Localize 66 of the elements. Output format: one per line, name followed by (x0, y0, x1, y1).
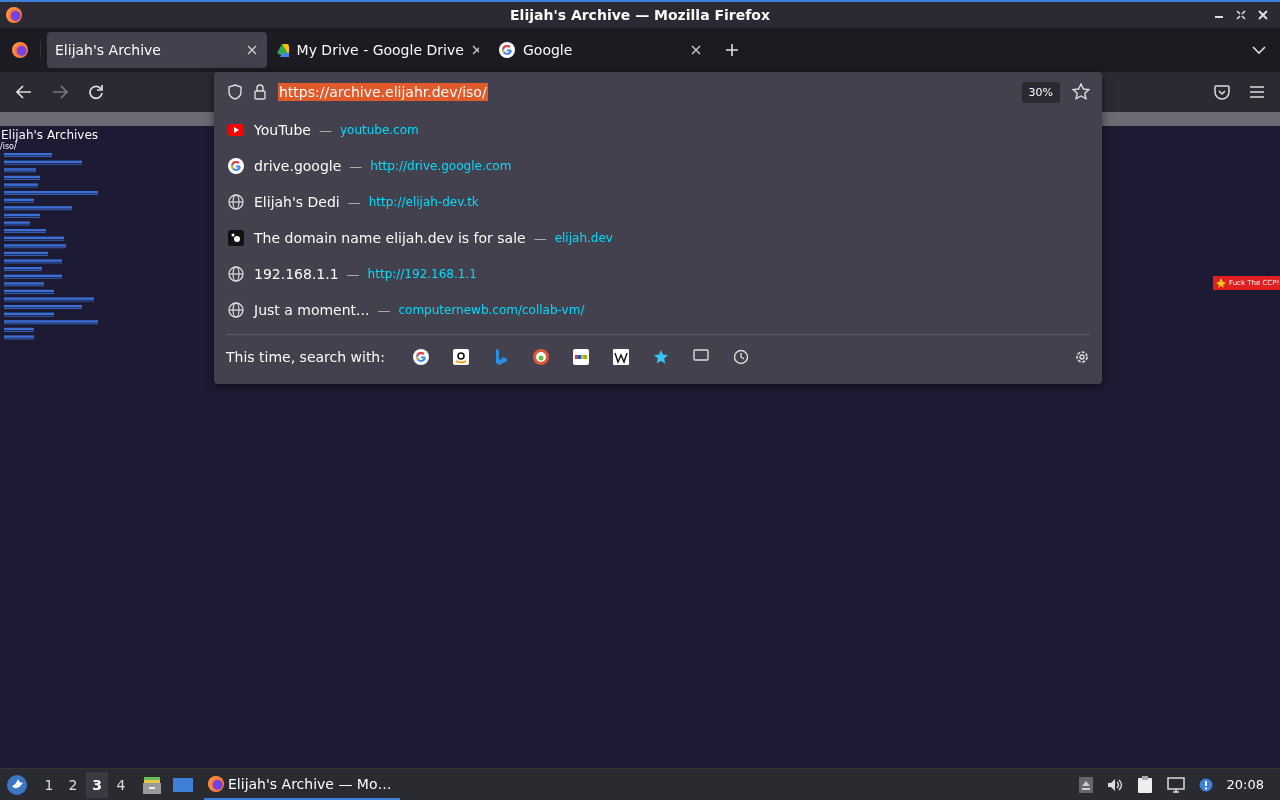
g-logo-icon (499, 42, 515, 58)
browser-tab[interactable]: Elijah's Archive (47, 32, 267, 68)
desktop-icon[interactable] (172, 775, 194, 794)
close-icon[interactable] (1258, 10, 1268, 20)
wikipedia-icon[interactable] (612, 349, 629, 365)
eject-icon[interactable] (1078, 776, 1093, 793)
path-label: /iso/ (0, 142, 17, 151)
firefox-icon (6, 7, 22, 23)
workspace-button[interactable]: 1 (38, 771, 60, 798)
ebay-icon[interactable] (572, 349, 589, 365)
back-icon[interactable] (16, 85, 32, 99)
g-logo-icon (412, 349, 429, 365)
suggestion-row[interactable]: Just a moment... — computernewb.com/collab-vm/ (226, 292, 1090, 328)
tabs-icon[interactable] (692, 349, 709, 361)
amazon-icon[interactable] (452, 349, 469, 365)
window-title: Elijah's Archive — Mozilla Firefox (510, 7, 770, 23)
close-tab-icon[interactable] (691, 45, 701, 55)
workspace-button[interactable]: 2 (62, 771, 84, 798)
clipboard-icon[interactable] (1136, 775, 1153, 794)
forward-icon[interactable] (52, 85, 68, 99)
firefox-view-icon[interactable] (12, 42, 28, 58)
url-field[interactable]: https://archive.elijahr.dev/iso/ (278, 77, 1010, 107)
lock-icon[interactable] (254, 84, 266, 100)
notification-icon[interactable] (1198, 777, 1213, 792)
start-menu-icon[interactable] (6, 773, 28, 796)
url-text: https://archive.elijahr.dev/iso/ (278, 83, 488, 101)
drive-icon (277, 43, 289, 57)
suggestion-row[interactable]: YouTube — youtube.com (226, 112, 1090, 148)
shield-icon[interactable] (228, 84, 242, 100)
flag-icon (1215, 277, 1227, 289)
browser-tab[interactable]: My Drive - Google Drive (269, 32, 489, 68)
workspace-button[interactable]: 3 (86, 771, 108, 798)
suggestion-row[interactable]: drive.google — http://drive.google.com (226, 148, 1090, 184)
chevron-down-icon[interactable] (1252, 45, 1266, 55)
suggestion-row[interactable]: The domain name elijah.dev is for sale — elijah.dev (226, 220, 1090, 256)
play-icon (228, 124, 244, 136)
suggestion-row[interactable]: Elijah's Dedi — http://elijah-dev.tk (226, 184, 1090, 220)
menu-icon[interactable] (1250, 86, 1264, 98)
clock: 20:08 (1226, 777, 1264, 792)
star-icon[interactable] (652, 349, 669, 365)
network-icon[interactable] (1166, 776, 1185, 793)
close-tab-icon[interactable] (471, 45, 479, 55)
volume-icon[interactable] (1106, 777, 1123, 792)
globe-icon (228, 302, 244, 318)
bing-icon[interactable] (494, 349, 507, 365)
duck-icon[interactable] (532, 349, 549, 365)
star-icon[interactable] (1072, 83, 1090, 101)
pocket-icon[interactable] (1214, 84, 1230, 100)
globe-icon (228, 266, 244, 282)
restore-icon[interactable] (1236, 10, 1246, 20)
page-heading: Elijah's Archives (1, 128, 99, 142)
workspace-button[interactable]: 4 (110, 771, 132, 798)
globe-icon (228, 194, 244, 210)
search-with-label: This time, search with: (226, 349, 385, 365)
browser-tab[interactable]: Google (491, 32, 711, 68)
close-tab-icon[interactable] (247, 45, 257, 55)
file-manager-icon[interactable] (142, 774, 162, 795)
taskbar-window-button[interactable]: Elijah's Archive — Mo… (204, 769, 400, 800)
new-tab-icon[interactable] (725, 43, 739, 57)
g-logo-icon (228, 158, 244, 174)
settings-icon[interactable] (1074, 349, 1090, 365)
suggestion-row[interactable]: 192.168.1.1 — http://192.168.1.1 (226, 256, 1090, 292)
zoom-badge[interactable]: 30% (1021, 81, 1060, 103)
reload-icon[interactable] (88, 84, 104, 100)
site-icon (228, 230, 244, 246)
history-icon[interactable] (732, 349, 749, 365)
